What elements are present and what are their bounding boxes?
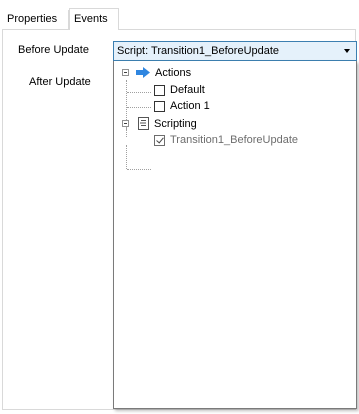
after-update-label: After Update [29,76,91,88]
tree-item-label: Transition1_BeforeUpdate [170,134,299,146]
checkbox-checked[interactable] [154,135,165,146]
checkbox[interactable] [154,101,165,112]
tab-strip: Properties Events [0,0,359,30]
event-tree-dropdown[interactable]: Actions Default Action 1 Scripting Trans… [113,61,357,409]
tree-line [126,145,128,169]
tree-node-label: Scripting [154,118,197,130]
tab-properties[interactable]: Properties [3,10,69,29]
tree-item-action-1[interactable]: Action 1 [114,98,354,114]
chevron-down-icon[interactable] [344,49,350,53]
tree-item-transition1-beforeupdate[interactable]: Transition1_BeforeUpdate [114,132,354,148]
tree-item-label: Default [170,84,205,96]
tree-node-label: Actions [155,67,192,79]
before-update-combo[interactable]: Script: Transition1_BeforeUpdate [113,41,357,61]
before-update-label: Before Update [18,44,89,56]
tree-node-actions[interactable]: Actions [114,65,354,81]
checkbox[interactable] [154,85,165,96]
collapse-icon[interactable] [122,69,129,76]
collapse-icon[interactable] [122,120,129,127]
combo-value: Script: Transition1_BeforeUpdate [117,45,280,57]
tree-node-scripting[interactable]: Scripting [114,116,354,132]
tree-item-default[interactable]: Default [114,82,354,98]
tree-line [127,169,151,171]
tab-events[interactable]: Events [69,8,119,30]
event-tree: Actions Default Action 1 Scripting Trans… [114,61,356,408]
tree-item-label: Action 1 [170,100,210,112]
